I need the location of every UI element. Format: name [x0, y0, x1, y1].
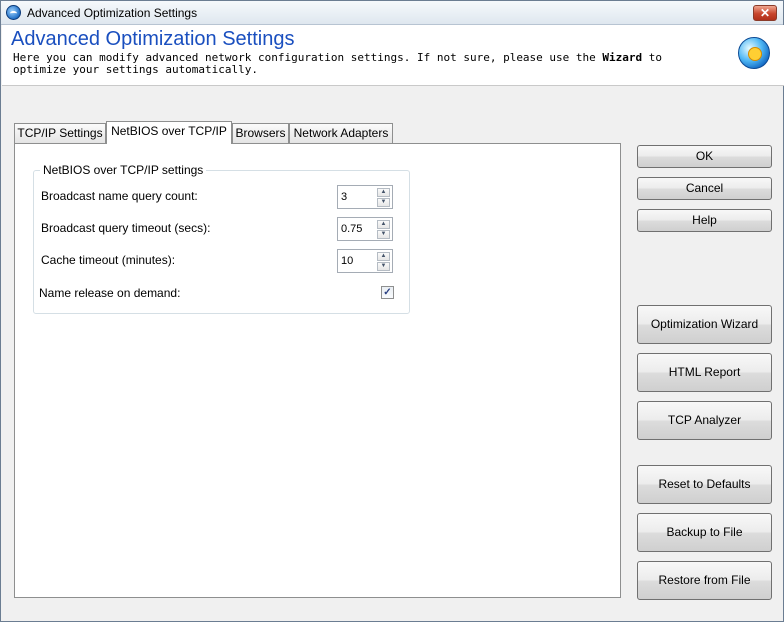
header-banner: Advanced Optimization Settings Here you …: [2, 25, 784, 86]
spin-up-arrow-icon[interactable]: ▲: [377, 188, 390, 197]
optimization-wizard-button[interactable]: Optimization Wizard: [637, 305, 772, 344]
spin-up-arrow-icon[interactable]: ▲: [377, 220, 390, 229]
netbios-tab-panel: NetBIOS over TCP/IP settings Broadcast n…: [14, 143, 621, 598]
backup-to-file-button[interactable]: Backup to File: [637, 513, 772, 552]
cancel-button[interactable]: Cancel: [637, 177, 772, 200]
name-release-label: Name release on demand:: [39, 286, 181, 300]
broadcast-timeout-spinner[interactable]: 0.75 ▲ ▼: [337, 217, 393, 241]
cache-timeout-spinner[interactable]: 10 ▲ ▼: [337, 249, 393, 273]
tcp-analyzer-button[interactable]: TCP Analyzer: [637, 401, 772, 440]
spin-down-arrow-icon[interactable]: ▼: [377, 230, 390, 239]
close-button[interactable]: ✕: [753, 5, 777, 21]
logo-globe-icon: [738, 37, 770, 69]
broadcast-timeout-value[interactable]: 0.75: [341, 223, 362, 236]
tab-netbios-over-tcpip[interactable]: NetBIOS over TCP/IP: [106, 121, 232, 144]
help-button[interactable]: Help: [637, 209, 772, 232]
page-title: Advanced Optimization Settings: [11, 28, 295, 50]
title-bar: Advanced Optimization Settings ✕: [1, 1, 783, 25]
tab-browsers[interactable]: Browsers: [232, 123, 289, 143]
cache-timeout-label: Cache timeout (minutes):: [41, 253, 176, 267]
tab-network-adapters[interactable]: Network Adapters: [289, 123, 393, 143]
spin-down-arrow-icon[interactable]: ▼: [377, 262, 390, 271]
wizard-keyword: Wizard: [602, 51, 643, 64]
restore-from-file-button[interactable]: Restore from File: [637, 561, 772, 600]
broadcast-count-label: Broadcast name query count:: [41, 189, 198, 203]
app-globe-icon: [6, 5, 21, 20]
broadcast-timeout-label: Broadcast query timeout (secs):: [41, 221, 211, 235]
spin-down-arrow-icon[interactable]: ▼: [377, 198, 390, 207]
window-title: Advanced Optimization Settings: [27, 6, 198, 20]
broadcast-count-value[interactable]: 3: [341, 191, 347, 204]
broadcast-count-spinner[interactable]: 3 ▲ ▼: [337, 185, 393, 209]
html-report-button[interactable]: HTML Report: [637, 353, 772, 392]
spin-up-arrow-icon[interactable]: ▲: [377, 252, 390, 261]
advanced-optimization-window: Advanced Optimization Settings ✕ Advance…: [0, 0, 784, 622]
netbios-settings-group: NetBIOS over TCP/IP settings Broadcast n…: [33, 164, 410, 314]
page-description: Here you can modify advanced network con…: [13, 52, 713, 76]
cache-timeout-value[interactable]: 10: [341, 255, 353, 268]
tab-tcpip-settings[interactable]: TCP/IP Settings: [14, 123, 106, 143]
name-release-checkbox[interactable]: ✓: [381, 286, 394, 299]
reset-to-defaults-button[interactable]: Reset to Defaults: [637, 465, 772, 504]
group-title: NetBIOS over TCP/IP settings: [40, 164, 207, 177]
ok-button[interactable]: OK: [637, 145, 772, 168]
